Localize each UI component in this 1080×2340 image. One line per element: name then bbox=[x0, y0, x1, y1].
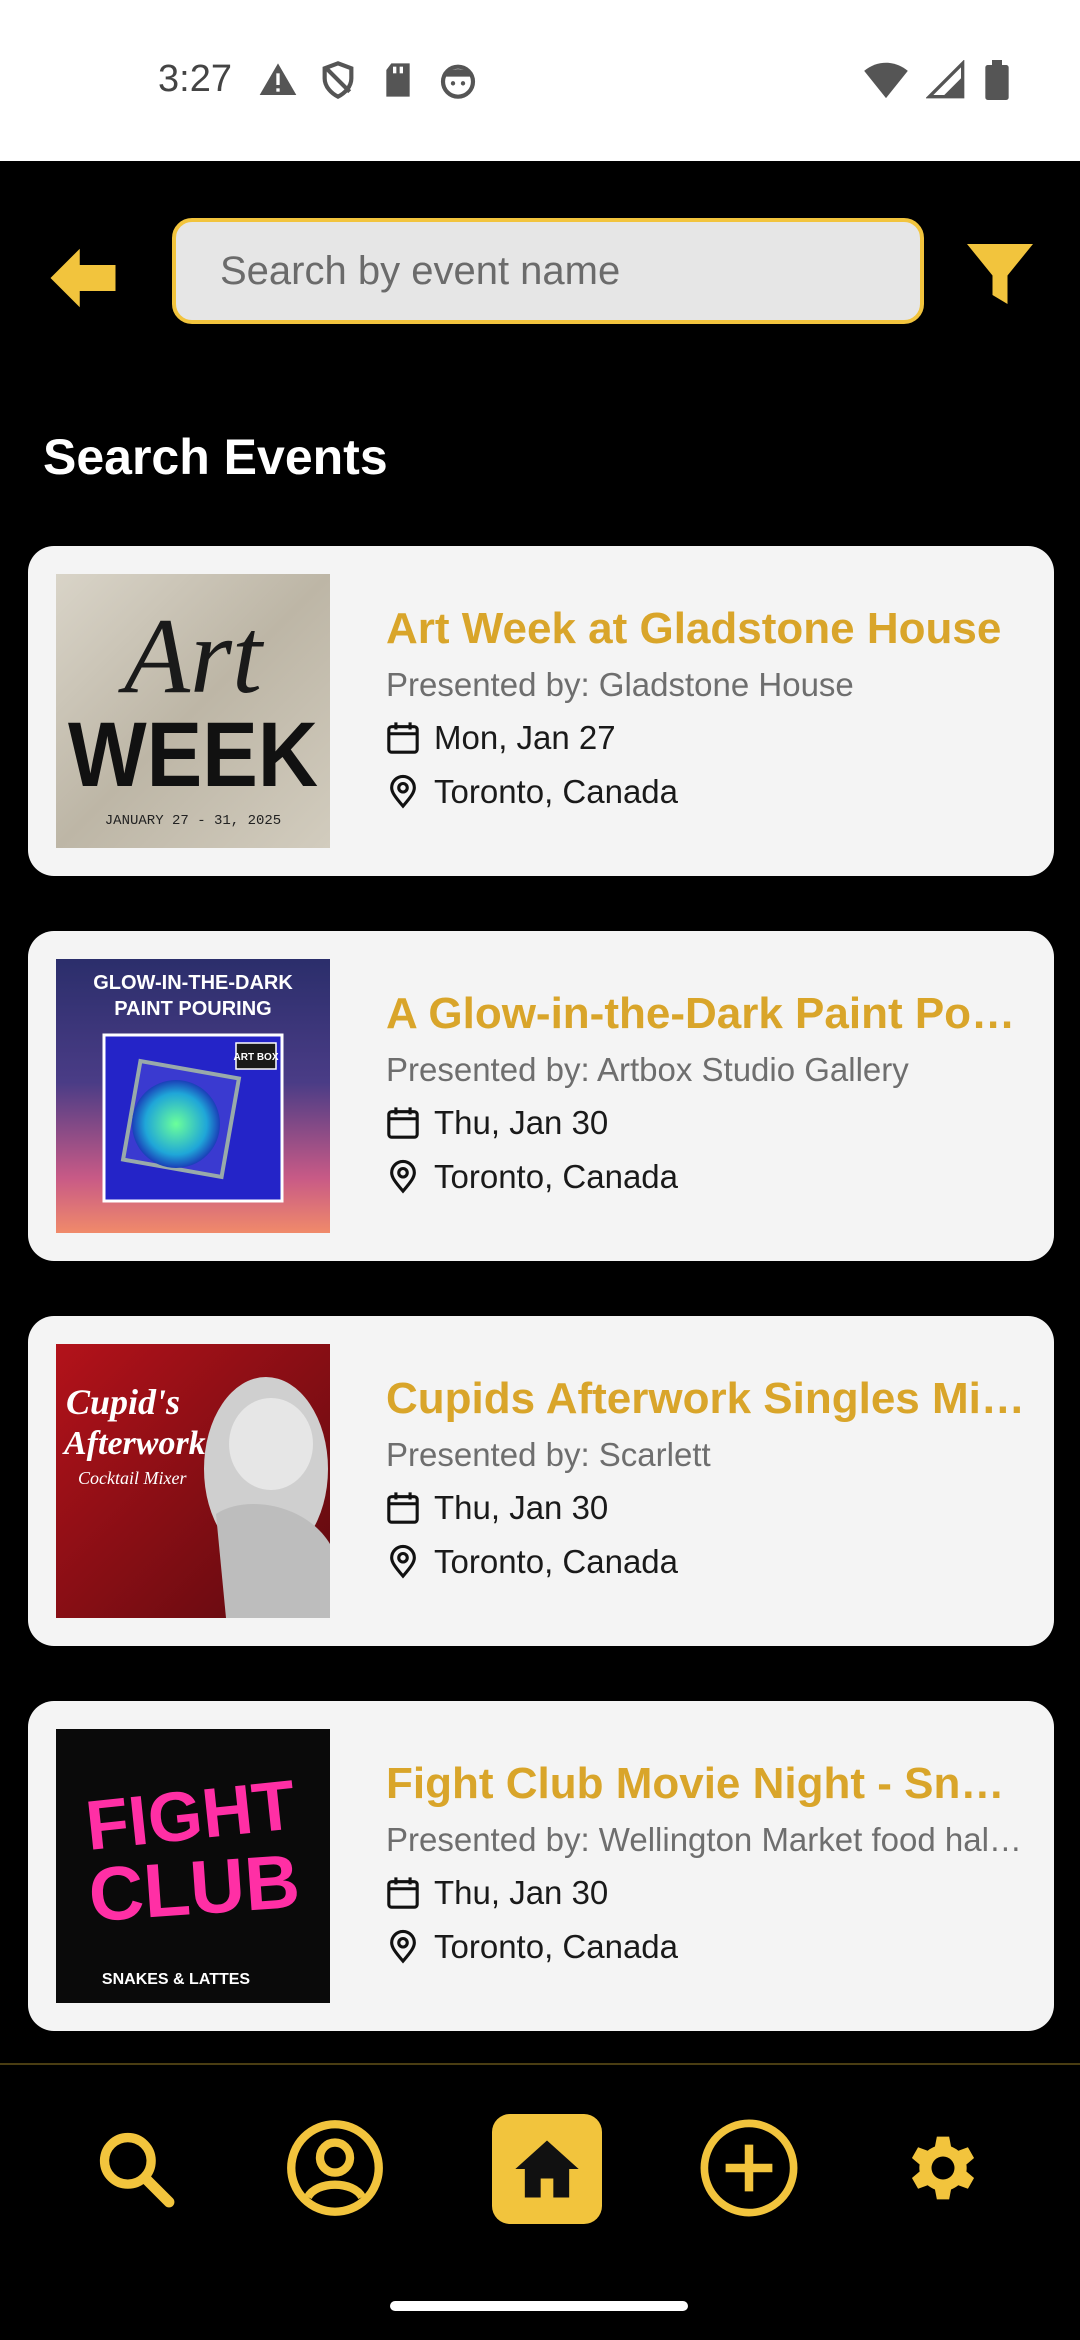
svg-text:PAINT POURING: PAINT POURING bbox=[114, 998, 271, 1020]
nav-search[interactable] bbox=[80, 2110, 190, 2226]
battery-icon bbox=[985, 60, 1009, 100]
search-input[interactable] bbox=[218, 247, 920, 295]
back-button[interactable] bbox=[44, 239, 122, 317]
event-date-row: Thu, Jan 30 bbox=[386, 1871, 1026, 1915]
svg-text:Art: Art bbox=[118, 597, 265, 716]
event-info: Art Week at Gladstone House Presented by… bbox=[386, 602, 1026, 814]
event-card[interactable]: FIGHT CLUB SNAKES & LATTES Fight Club Mo… bbox=[28, 1701, 1054, 2031]
nav-home[interactable] bbox=[492, 2114, 602, 2224]
search-icon bbox=[99, 2132, 175, 2208]
event-presenter: Presented by: Wellington Market food hal… bbox=[386, 1821, 1026, 1858]
event-thumbnail: Art WEEK JANUARY 27 - 31, 2025 bbox=[56, 574, 330, 848]
event-date: Thu, Jan 30 bbox=[434, 1104, 609, 1141]
calendar-icon bbox=[387, 1107, 419, 1139]
event-date-row: Thu, Jan 30 bbox=[386, 1101, 1026, 1145]
status-icons-left bbox=[258, 60, 478, 100]
status-bar: 3:27 bbox=[0, 0, 1080, 161]
face-icon bbox=[440, 64, 476, 99]
event-date: Thu, Jan 30 bbox=[434, 1489, 609, 1526]
svg-text:ART BOX: ART BOX bbox=[234, 1052, 279, 1063]
event-card[interactable]: GLOW-IN-THE-DARK PAINT POURING ART BOX A… bbox=[28, 931, 1054, 1261]
location-pin-icon bbox=[390, 1544, 416, 1579]
event-location: Toronto, Canada bbox=[434, 1928, 679, 1965]
svg-text:GLOW-IN-THE-DARK: GLOW-IN-THE-DARK bbox=[93, 972, 293, 994]
event-date: Thu, Jan 30 bbox=[434, 1874, 609, 1911]
profile-icon bbox=[287, 2120, 383, 2216]
filter-button[interactable] bbox=[964, 236, 1036, 312]
event-thumbnail: FIGHT CLUB SNAKES & LATTES bbox=[56, 1729, 330, 2003]
nav-profile[interactable] bbox=[280, 2110, 390, 2226]
svg-text:Afterwork: Afterwork bbox=[62, 1425, 206, 1462]
search-field[interactable] bbox=[172, 218, 924, 324]
event-location: Toronto, Canada bbox=[434, 1543, 679, 1580]
event-title: Cupids Afterwork Singles Mix… bbox=[386, 1374, 1026, 1423]
event-title: Art Week at Gladstone House bbox=[386, 604, 1002, 653]
event-date-row: Mon, Jan 27 bbox=[386, 716, 1026, 760]
wifi-icon bbox=[864, 62, 908, 99]
event-date: Mon, Jan 27 bbox=[434, 719, 616, 756]
svg-text:JANUARY 27 - 31, 2025: JANUARY 27 - 31, 2025 bbox=[105, 813, 281, 829]
event-location-row: Toronto, Canada bbox=[386, 1925, 1026, 1969]
status-time: 3:27 bbox=[158, 58, 232, 100]
event-info: A Glow-in-the-Dark Paint Pour… Presented… bbox=[386, 987, 1026, 1199]
warning-icon bbox=[259, 63, 297, 95]
filter-icon bbox=[967, 244, 1033, 304]
svg-text:Cocktail Mixer: Cocktail Mixer bbox=[78, 1468, 187, 1488]
event-card[interactable]: Art WEEK JANUARY 27 - 31, 2025 Art Week … bbox=[28, 546, 1054, 876]
calendar-icon bbox=[387, 722, 419, 754]
home-icon bbox=[515, 2140, 579, 2198]
svg-text:SNAKES & LATTES: SNAKES & LATTES bbox=[102, 1971, 250, 1988]
event-title: A Glow-in-the-Dark Paint Pour… bbox=[386, 989, 1026, 1038]
home-indicator[interactable] bbox=[390, 2301, 688, 2311]
event-presenter: Presented by: Gladstone House bbox=[386, 666, 854, 703]
calendar-icon bbox=[387, 1492, 419, 1524]
event-info: Cupids Afterwork Singles Mix… Presented … bbox=[386, 1372, 1026, 1584]
arrow-back-icon bbox=[50, 248, 116, 308]
event-thumbnail: Cupid's Afterwork Cocktail Mixer bbox=[56, 1344, 330, 1618]
calendar-icon bbox=[387, 1877, 419, 1909]
event-location-row: Toronto, Canada bbox=[386, 770, 1026, 814]
event-location-row: Toronto, Canada bbox=[386, 1540, 1026, 1584]
location-pin-icon bbox=[390, 774, 416, 809]
event-presenter: Presented by: Artbox Studio Gallery bbox=[386, 1051, 909, 1088]
page-title: Search Events bbox=[43, 429, 388, 485]
svg-text:WEEK: WEEK bbox=[68, 704, 318, 806]
sd-card-icon bbox=[386, 63, 410, 97]
location-pin-icon bbox=[390, 1929, 416, 1964]
signal-icon bbox=[926, 60, 965, 99]
shield-icon bbox=[322, 61, 354, 99]
event-date-row: Thu, Jan 30 bbox=[386, 1486, 1026, 1530]
event-presenter: Presented by: Scarlett bbox=[386, 1436, 711, 1473]
status-icons-right bbox=[864, 60, 1010, 100]
svg-text:CLUB: CLUB bbox=[86, 1839, 302, 1939]
add-icon bbox=[700, 2119, 798, 2217]
settings-icon bbox=[911, 2136, 975, 2200]
nav-add[interactable] bbox=[694, 2110, 804, 2226]
event-info: Fight Club Movie Night - Snak… Presented… bbox=[386, 1757, 1026, 1969]
event-thumbnail: GLOW-IN-THE-DARK PAINT POURING ART BOX bbox=[56, 959, 330, 1233]
event-location: Toronto, Canada bbox=[434, 1158, 679, 1195]
event-location: Toronto, Canada bbox=[434, 773, 679, 810]
event-title: Fight Club Movie Night - Snak… bbox=[386, 1759, 1026, 1808]
event-card[interactable]: Cupid's Afterwork Cocktail Mixer Cupids … bbox=[28, 1316, 1054, 1646]
nav-settings[interactable] bbox=[888, 2110, 998, 2226]
svg-text:Cupid's: Cupid's bbox=[66, 1382, 180, 1422]
event-location-row: Toronto, Canada bbox=[386, 1155, 1026, 1199]
location-pin-icon bbox=[390, 1159, 416, 1194]
